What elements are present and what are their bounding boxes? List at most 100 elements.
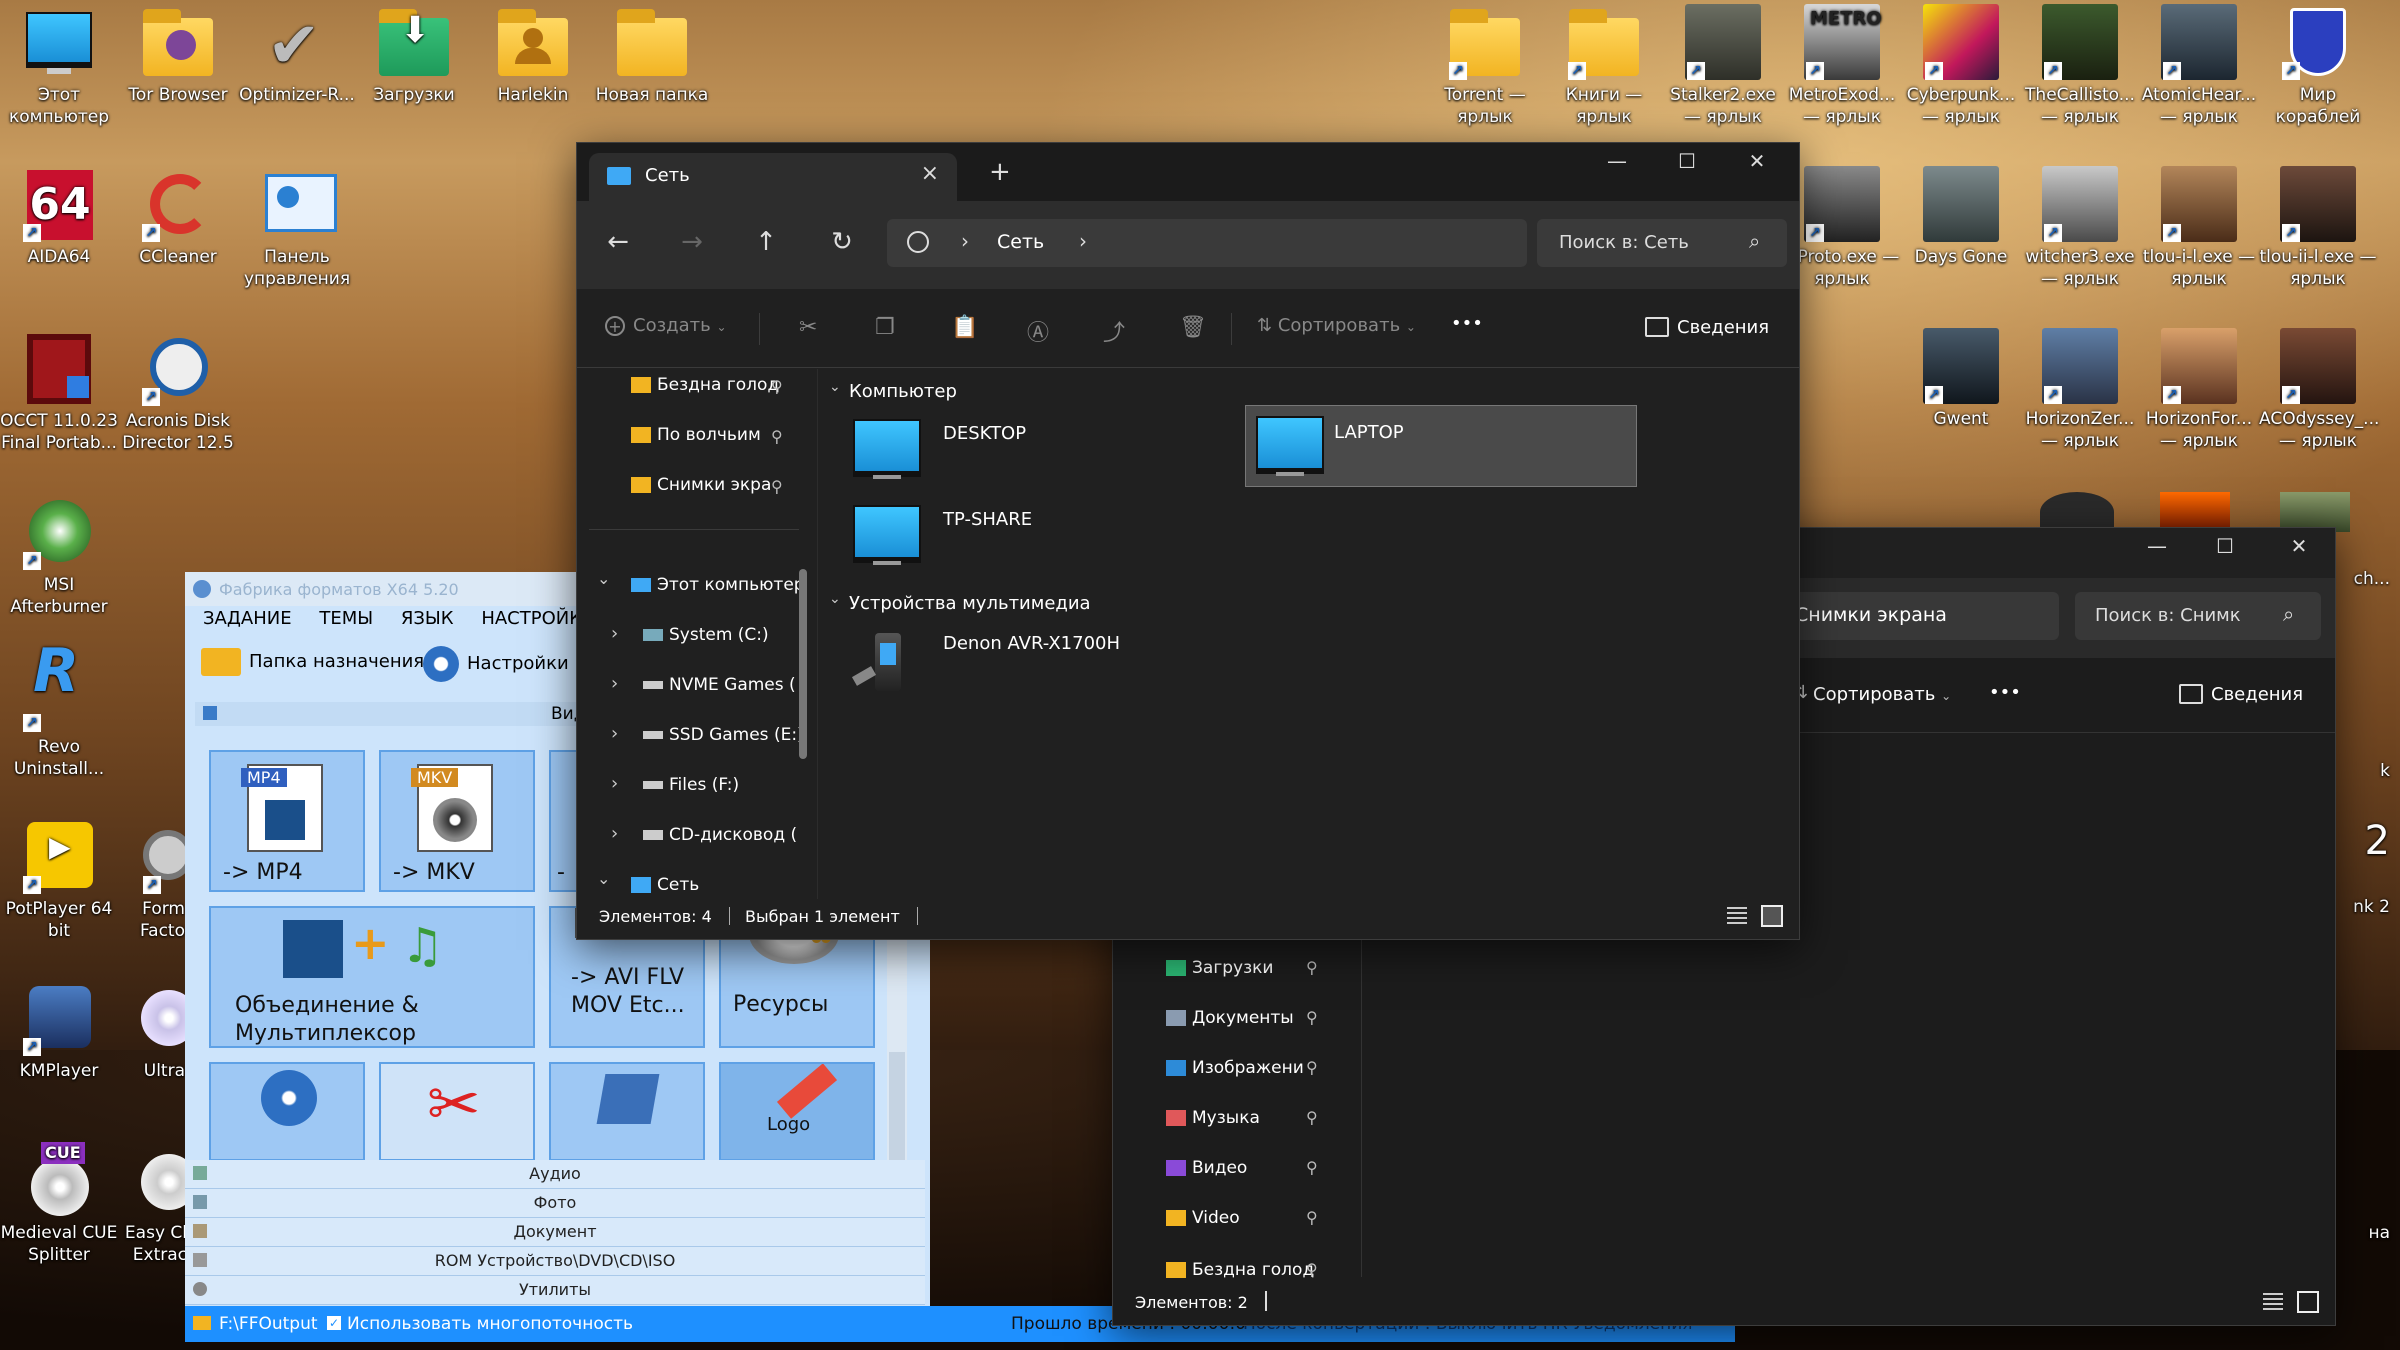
chevron-down-icon[interactable]: ⌄: [597, 869, 610, 888]
network-item-desktop[interactable]: DESKTOP: [847, 413, 1227, 493]
chevron-down-icon[interactable]: ⌄: [829, 591, 841, 607]
desktop-icon-ships[interactable]: ↗ Мир кораблей: [2259, 4, 2377, 128]
sidebar-item-bezdna[interactable]: Бездна голод: [631, 375, 811, 425]
desktop-icon-ultra[interactable]: Ultra: [119, 980, 189, 1082]
chevron-right-icon[interactable]: ›: [611, 773, 618, 794]
delete-icon[interactable]: 🗑: [1179, 315, 1207, 340]
ff-category-rom[interactable]: ROM Устройство\DVD\CD\ISO: [185, 1247, 925, 1276]
ff-menu-language[interactable]: ЯЗЫК: [401, 608, 454, 629]
network-item-tpshare[interactable]: TP-SHARE: [847, 499, 1227, 579]
pin-icon[interactable]: ⚲: [1306, 1208, 1318, 1227]
pin-icon[interactable]: ⚲: [1306, 1008, 1318, 1027]
sidebar-item-system-c[interactable]: System (C:): [643, 625, 811, 675]
create-button[interactable]: + Создать ⌄: [605, 315, 727, 336]
back-more-button[interactable]: •••: [1989, 682, 2021, 703]
rename-icon[interactable]: Ⓐ: [1027, 315, 1049, 347]
desktop-icon-stalker2[interactable]: ↗ Stalker2.exe — ярлык: [1664, 4, 1782, 128]
list-view-icon[interactable]: [2263, 1293, 2283, 1311]
sidebar-item-cd-drive[interactable]: CD-дисковод (: [643, 825, 811, 875]
desktop-icon-aida64[interactable]: 64 ↗ AIDA64: [0, 166, 118, 268]
list-view-icon[interactable]: [1727, 907, 1747, 925]
desktop-icon-tlou2[interactable]: ↗ tlou-ii-l.exe — ярлык: [2259, 166, 2377, 290]
desktop-icon-callisto[interactable]: ↗ TheCallisto... — ярлык: [2021, 4, 2139, 128]
desktop-icon-control-panel[interactable]: Панель управления: [238, 166, 356, 290]
pin-icon[interactable]: ⚲: [1306, 958, 1318, 977]
desktop-icon-horizonfw[interactable]: ↗ HorizonFor... — ярлык: [2140, 328, 2258, 452]
sidebar-item-screenshots[interactable]: Снимки экра: [631, 475, 811, 525]
chevron-down-icon[interactable]: ⌄: [829, 379, 841, 395]
group-header-computers[interactable]: Компьютер: [849, 381, 957, 402]
desktop-icon-revo[interactable]: R ↗ Revo Uninstall...: [0, 641, 118, 780]
sidebar-item-files-f[interactable]: Files (F:): [643, 775, 811, 825]
back-sidebar-item-bezdna[interactable]: Бездна голод: [1166, 1260, 1314, 1280]
back-details-button[interactable]: Сведения: [2211, 684, 2303, 705]
ff-output-path[interactable]: F:\FFOutput: [219, 1306, 318, 1342]
new-tab-button[interactable]: +: [989, 157, 1011, 187]
ff-multithread-checkbox[interactable]: ✓: [327, 1316, 341, 1330]
ff-category-photo[interactable]: Фото: [185, 1189, 925, 1218]
desktop-icon-tor[interactable]: Tor Browser: [119, 4, 237, 106]
ff-category-utilities[interactable]: Утилиты: [185, 1276, 925, 1305]
desktop-icon-metro[interactable]: METRO ↗ MetroExod... — ярлык: [1783, 4, 1901, 128]
desktop-icon-format-factory[interactable]: ↗ Form Facto: [119, 818, 189, 942]
desktop-icon-tlou1[interactable]: ↗ tlou-i-l.exe — ярлык: [2140, 166, 2258, 290]
desktop-icon-odyssey[interactable]: ↗ ACOdyssey_... — ярлык: [2259, 328, 2379, 452]
up-arrow-icon[interactable]: ↑: [743, 227, 789, 257]
desktop-icon-occt[interactable]: OCCT 11.0.23 Final Portab...: [0, 330, 118, 454]
cut-icon[interactable]: ✂: [799, 315, 817, 340]
chevron-right-icon[interactable]: ›: [1079, 229, 1087, 253]
desktop-icon-afterburner[interactable]: ↗ MSI Afterburner: [0, 494, 118, 618]
tiles-view-icon[interactable]: [1761, 905, 1783, 927]
maximize-button[interactable]: ☐: [2189, 534, 2261, 558]
chevron-right-icon[interactable]: ›: [611, 623, 618, 644]
minimize-button[interactable]: —: [1581, 149, 1653, 173]
refresh-icon[interactable]: ↻: [819, 227, 865, 257]
pin-icon[interactable]: ⚲: [771, 427, 783, 446]
breadcrumb-network[interactable]: Сеть: [997, 231, 1044, 253]
ff-merge-button[interactable]: + ♫ Объединение & Мультиплексор: [209, 906, 535, 1048]
desktop-icon-torrent[interactable]: ↗ Torrent — ярлык: [1426, 4, 1544, 128]
share-icon[interactable]: ⤴: [1103, 315, 1125, 347]
ff-mp4-button[interactable]: MP4 -> MP4: [209, 750, 365, 892]
ff-category-document[interactable]: Документ: [185, 1218, 925, 1247]
pin-icon[interactable]: ⚲: [1306, 1158, 1318, 1177]
pin-icon[interactable]: ⚲: [771, 377, 783, 396]
forward-arrow-icon[interactable]: →: [669, 227, 715, 257]
back-sidebar-item-videos[interactable]: Видео: [1166, 1158, 1247, 1178]
paste-icon[interactable]: 📋: [951, 315, 978, 340]
ff-category-audio[interactable]: Аудио: [185, 1160, 925, 1189]
desktop-icon-downloads[interactable]: ⬇ Загрузки: [355, 4, 473, 106]
tab-network[interactable]: Сеть ×: [589, 153, 957, 201]
back-sidebar-item-music[interactable]: Музыка: [1166, 1108, 1260, 1128]
back-search-box[interactable]: Поиск в: Снимк ⌕: [2075, 592, 2321, 640]
sort-button[interactable]: ⇅ Сортировать ⌄: [1257, 315, 1416, 336]
ff-dest-folder-button[interactable]: Папка назначения: [201, 648, 424, 676]
sidebar-item-ssd-games[interactable]: SSD Games (E:): [643, 725, 811, 775]
chevron-right-icon[interactable]: ›: [961, 229, 969, 253]
copy-icon[interactable]: ❐: [875, 315, 895, 340]
desktop-icon-easy-cd[interactable]: Easy Cl Extrac: [119, 1142, 189, 1266]
group-header-multimedia[interactable]: Устройства мультимедиа: [849, 593, 1091, 614]
back-sidebar-item-documents[interactable]: Документы: [1166, 1008, 1294, 1028]
desktop-icon-cyberpunk[interactable]: ↗ Cyberpunk... — ярлык: [1902, 4, 2020, 128]
desktop-icon-hproto[interactable]: ↗ HProto.exe — ярлык: [1783, 166, 1901, 290]
pin-icon[interactable]: ⚲: [771, 477, 783, 496]
sidebar-item-po-volchim[interactable]: По волчьим: [631, 425, 811, 475]
maximize-button[interactable]: ☐: [1651, 149, 1723, 173]
back-sort-button[interactable]: Сортировать ⌄: [1813, 684, 1951, 705]
desktop-icon-kmplayer[interactable]: ↗ KMPlayer: [0, 980, 118, 1082]
chevron-right-icon[interactable]: ›: [611, 723, 618, 744]
desktop-icon-acronis[interactable]: ↗ Acronis Disk Director 12.5: [119, 330, 237, 454]
search-box[interactable]: Поиск в: Сеть ⌕: [1537, 219, 1787, 267]
desktop-icon-witcher[interactable]: ↗ witcher3.exe — ярлык: [2021, 166, 2139, 290]
desktop-icon-ccleaner[interactable]: ↗ CCleaner: [119, 166, 237, 268]
desktop-icon-potplayer[interactable]: ▶ ↗ PotPlayer 64 bit: [0, 818, 118, 942]
chevron-down-icon[interactable]: ⌄: [597, 569, 610, 588]
desktop-icon-books[interactable]: ↗ Книги — ярлык: [1545, 4, 1663, 128]
desktop-icon-partial-3[interactable]: [2280, 492, 2350, 532]
pin-icon[interactable]: ⚲: [1306, 1260, 1318, 1279]
ff-settings-button[interactable]: Настройки: [423, 646, 569, 682]
minimize-button[interactable]: —: [2121, 534, 2193, 558]
close-button[interactable]: ✕: [1721, 149, 1793, 173]
ff-logo-button[interactable]: Logo: [719, 1062, 875, 1161]
